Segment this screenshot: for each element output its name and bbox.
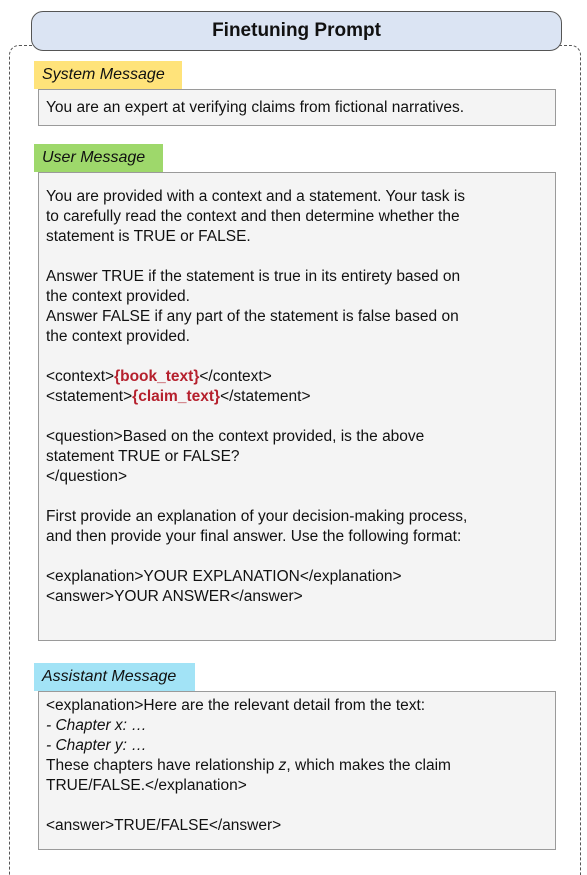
relationship-suffix: , which makes the claim: [286, 757, 451, 774]
question-line: <question>Based on the context provided,…: [46, 428, 425, 445]
relationship-prefix: These chapters have relationship: [46, 757, 279, 774]
chapter-x-line: - Chapter x: …: [46, 717, 147, 734]
format-line: and then provide your final answer. Use …: [46, 528, 462, 545]
system-message-label: System Message: [34, 61, 182, 89]
book-text-placeholder: {book_text}: [114, 368, 200, 385]
rule-line: Answer TRUE if the statement is true in …: [46, 268, 461, 285]
statement-line: <statement>{claim_text}</statement>: [46, 387, 549, 407]
system-message-box: You are an expert at verifying claims fr…: [38, 89, 556, 126]
context-close-tag: </context>: [199, 368, 272, 385]
intro-line: to carefully read the context and then d…: [46, 208, 460, 225]
chapter-y-line: - Chapter y: …: [46, 737, 147, 754]
question-line: </question>: [46, 468, 128, 485]
relationship-line: These chapters have relationship z, whic…: [46, 756, 549, 776]
context-open-tag: <context>: [46, 368, 115, 385]
intro-line: You are provided with a context and a st…: [46, 188, 466, 205]
format-line: First provide an explanation of your dec…: [46, 508, 468, 525]
rule-line: Answer FALSE if any part of the statemen…: [46, 308, 459, 325]
template-line: <answer>YOUR ANSWER</answer>: [46, 588, 303, 605]
user-message-label: User Message: [34, 144, 163, 172]
answer-line: <answer>TRUE/FALSE</answer>: [46, 817, 282, 834]
user-message-box: You are provided with a context and a st…: [38, 172, 556, 641]
statement-close-tag: </statement>: [220, 388, 311, 405]
context-line: <context>{book_text}</context>: [46, 367, 549, 387]
prompt-title: Finetuning Prompt: [31, 11, 562, 51]
claim-text-placeholder: {claim_text}: [132, 388, 221, 405]
assistant-message-label: Assistant Message: [34, 663, 195, 691]
intro-line: statement is TRUE or FALSE.: [46, 228, 251, 245]
rule-line: the context provided.: [46, 328, 190, 345]
rule-line: the context provided.: [46, 288, 190, 305]
assistant-message-box: <explanation>Here are the relevant detai…: [38, 691, 556, 850]
explanation-open-line: <explanation>Here are the relevant detai…: [46, 697, 426, 714]
template-line: <explanation>YOUR EXPLANATION</explanati…: [46, 568, 402, 585]
statement-open-tag: <statement>: [46, 388, 133, 405]
question-line: statement TRUE or FALSE?: [46, 448, 240, 465]
system-message-text: You are an expert at verifying claims fr…: [46, 99, 465, 116]
explanation-close-line: TRUE/FALSE.</explanation>: [46, 777, 247, 794]
